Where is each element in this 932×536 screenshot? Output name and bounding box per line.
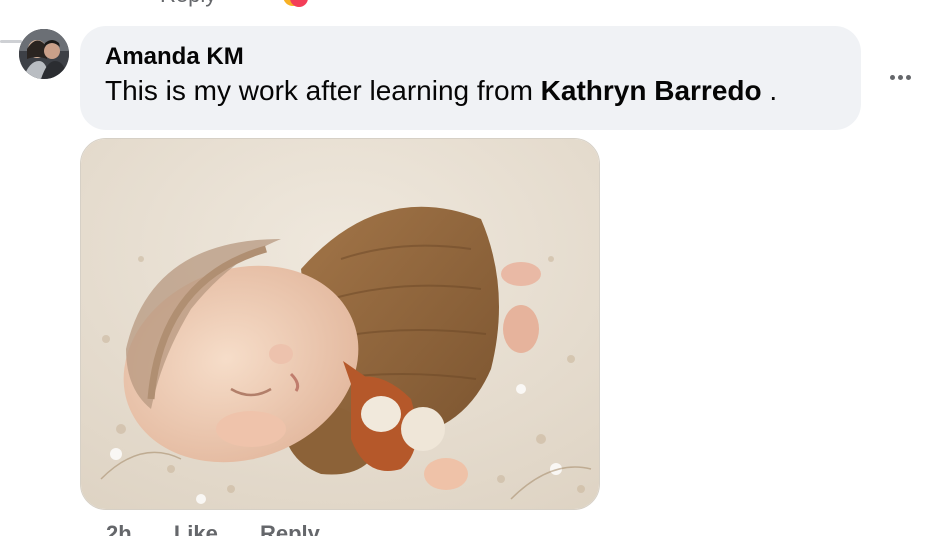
comment-text-prefix: This is my work after learning from bbox=[105, 75, 533, 106]
avatar[interactable] bbox=[19, 29, 69, 79]
newborn-photo bbox=[81, 139, 599, 509]
comment-text-suffix: . bbox=[761, 75, 778, 106]
mention-link[interactable]: Kathryn Barredo bbox=[541, 75, 762, 106]
comment-actions: 2h Like Reply bbox=[106, 520, 356, 536]
reaction-icon[interactable] bbox=[280, 0, 310, 8]
comment-text: This is my work after learning from Kath… bbox=[105, 73, 837, 109]
comment-author[interactable]: Amanda KM bbox=[105, 41, 837, 73]
comment-timestamp[interactable]: 2h bbox=[106, 521, 132, 536]
more-options-button[interactable] bbox=[880, 62, 920, 92]
more-horizontal-icon bbox=[889, 74, 911, 80]
like-button[interactable]: Like bbox=[174, 521, 218, 536]
comment-thread: Reply Amanda KM This is my work after le… bbox=[0, 0, 932, 536]
avatar-image bbox=[19, 29, 69, 79]
attached-photo[interactable] bbox=[80, 138, 600, 510]
reply-button[interactable]: Reply bbox=[260, 521, 320, 536]
thread-connector bbox=[0, 40, 22, 43]
previous-row-actions: Reply bbox=[160, 0, 216, 8]
comment-bubble: Amanda KM This is my work after learning… bbox=[80, 26, 861, 130]
